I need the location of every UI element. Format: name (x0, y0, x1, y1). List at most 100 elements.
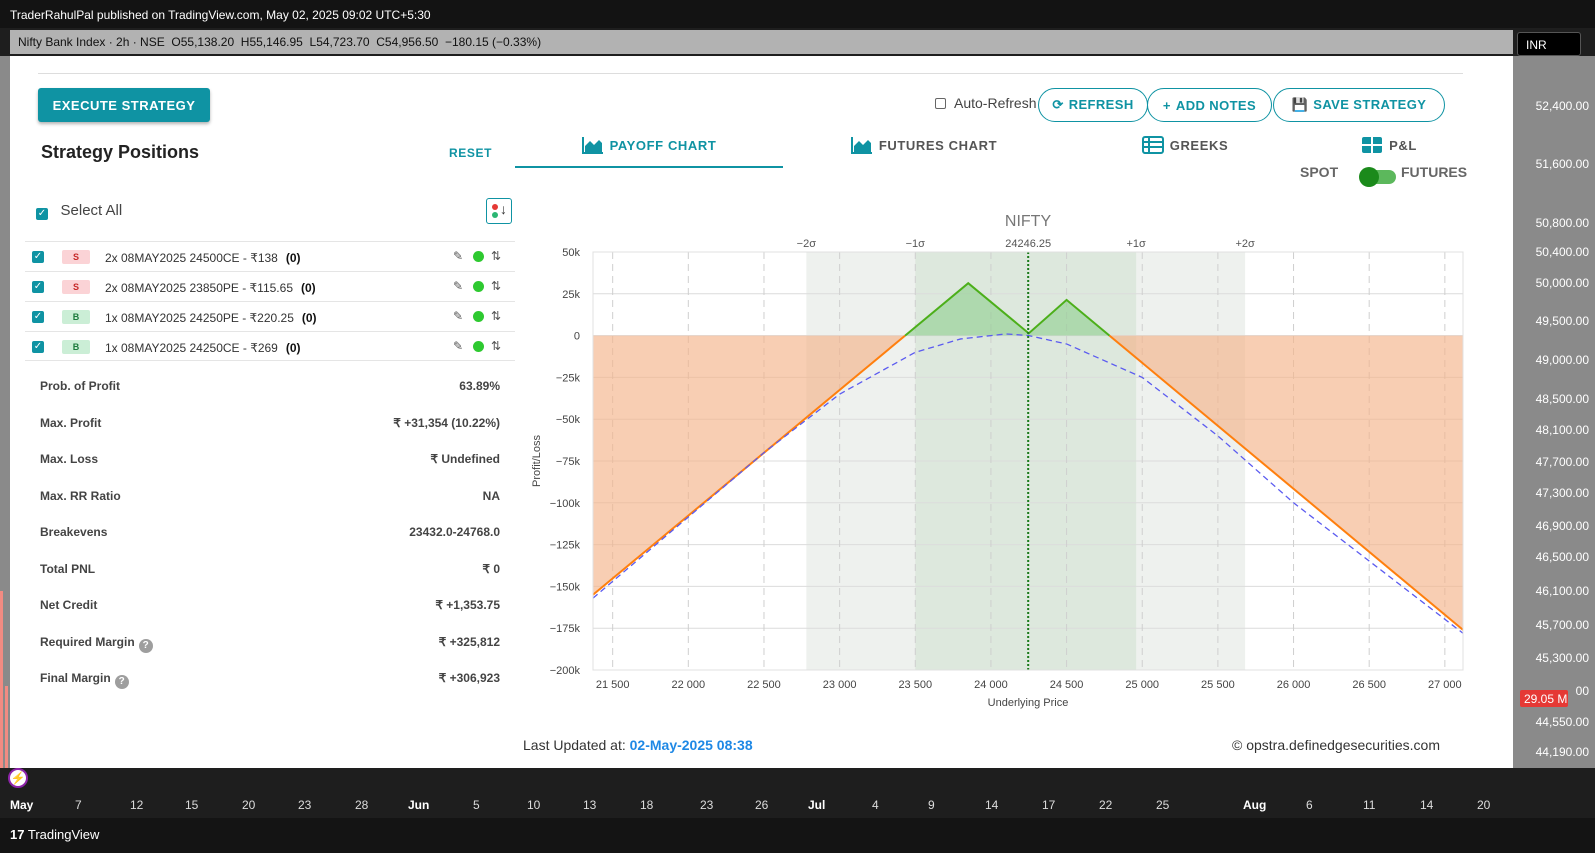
time-label: 23 (700, 798, 714, 812)
position-checkbox[interactable]: ✓ (32, 251, 44, 263)
select-all-checkbox[interactable]: ✓ (36, 208, 48, 220)
lightning-icon[interactable]: ⚡ (8, 768, 28, 788)
add-notes-button[interactable]: + ADD NOTES (1147, 88, 1272, 122)
select-all[interactable]: ✓ Select All (36, 202, 122, 220)
position-row[interactable]: ✓ B 1x 08MAY2025 24250CE - ₹269 (0) ✎ ⇅ (25, 331, 515, 361)
time-axis[interactable]: May 7 12 15 20 23 28 Jun 5 10 13 18 23 26 Jul 4 9 14 17 22 2… (0, 770, 1595, 818)
stat-value: NA (482, 488, 500, 503)
help-icon[interactable]: ? (138, 638, 153, 653)
edit-icon[interactable]: ✎ (453, 249, 463, 263)
status-dot-icon[interactable] (473, 281, 484, 292)
y-tick-label: −25k (556, 372, 581, 384)
stat-key: Breakevens (40, 525, 108, 539)
positions-list: ✓ S 2x 08MAY2025 24500CE - ₹138 (0) ✎ ⇅ ✓ S 2x 0… (25, 241, 515, 361)
execute-strategy-button[interactable]: EXECUTE STRATEGY (38, 88, 210, 122)
x-axis-label: Underlying Price (988, 697, 1069, 709)
time-label: 25 (1156, 798, 1170, 812)
time-label: 11 (1363, 798, 1376, 812)
tab-payoff-chart[interactable]: PAYOFF CHART (515, 128, 783, 168)
swap-icon[interactable]: ⇅ (491, 309, 501, 323)
edit-icon[interactable]: ✎ (453, 309, 463, 323)
swap-icon[interactable]: ⇅ (491, 249, 501, 263)
x-tick-label: 25 500 (1201, 679, 1235, 691)
side-badge: B (62, 310, 90, 324)
x-tick-label: 26 500 (1352, 679, 1386, 691)
position-checkbox[interactable]: ✓ (32, 341, 44, 353)
x-tick-label: 22 500 (747, 679, 781, 691)
time-label: 20 (242, 798, 256, 812)
position-qty: (0) (301, 281, 316, 295)
time-label: 17 (1042, 798, 1056, 812)
last-updated-date: 02-May-2025 08:38 (629, 737, 753, 753)
stat-label: Final Margin? (40, 671, 129, 689)
spot-futures-toggle[interactable] (1359, 167, 1396, 187)
position-qty: (0) (285, 251, 301, 265)
time-label: 22 (1099, 798, 1113, 812)
y-tick-label: −50k (556, 414, 581, 426)
status-dot-icon[interactable] (473, 341, 484, 352)
status-dot-icon[interactable] (473, 251, 484, 262)
status-dot-icon[interactable] (473, 311, 484, 322)
edit-icon[interactable]: ✎ (453, 279, 463, 293)
ohlc-close: C54,956.50 (376, 35, 439, 49)
table-icon (1141, 136, 1164, 154)
price-label: 51,600.00 (1535, 157, 1589, 171)
save-strategy-button[interactable]: 💾 SAVE STRATEGY (1273, 88, 1445, 122)
tab-payoff-label: PAYOFF CHART (609, 138, 717, 153)
stat-row: Required Margin? ₹ +325,812 (40, 635, 500, 672)
price-axis[interactable]: 52,400.00 51,600.00 50,800.00 50,400.00 50,0… (1513, 56, 1595, 768)
position-text: 2x 08MAY2025 23850PE - ₹115.65 (0) (105, 281, 316, 295)
refresh-button[interactable]: ⟳ REFRESH (1038, 88, 1148, 122)
volume-badge: 29.05 M (1520, 690, 1568, 707)
currency-selector[interactable]: INR (1517, 32, 1581, 56)
sigma-label: +2σ (1235, 238, 1255, 250)
payoff-chart[interactable]: 50k 25k 0 −25k −50k −75k −100k −125k −150k −175k −… (520, 202, 1470, 722)
auto-refresh-checkbox[interactable] (935, 98, 946, 109)
opstra-credit[interactable]: © opstra.definedgesecurities.com (1232, 737, 1440, 753)
sort-icon[interactable]: ↓ (486, 198, 512, 224)
position-checkbox[interactable]: ✓ (32, 281, 44, 293)
position-row[interactable]: ✓ B 1x 08MAY2025 24250PE - ₹220.25 (0) ✎ ⇅ (25, 301, 515, 331)
row-actions: ✎ ⇅ (453, 339, 509, 354)
price-label: 49,500.00 (1535, 314, 1589, 328)
position-desc: 1x 08MAY2025 24250PE - ₹220.25 (105, 311, 294, 325)
price-label: 47,300.00 (1535, 486, 1589, 500)
strategy-stats: Prob. of Profit 63.89% Max. Profit ₹ +31,35… (40, 379, 500, 708)
stat-key: Required Margin (40, 634, 135, 649)
time-label: 23 (298, 798, 312, 812)
edit-icon[interactable]: ✎ (453, 339, 463, 353)
y-tick-label: −100k (550, 498, 581, 510)
tab-pnl[interactable]: P&L (1255, 128, 1523, 168)
brand-name: TradingView (27, 827, 100, 842)
auto-refresh-toggle[interactable]: Auto-Refresh (935, 95, 1036, 111)
time-label: 14 (985, 798, 999, 812)
stat-key: Net Credit (40, 598, 98, 612)
price-label: 46,500.00 (1535, 550, 1589, 564)
time-label: 13 (583, 798, 597, 812)
chart-tabs: PAYOFF CHART FUTURES CHART GREEKS P&L (515, 128, 1470, 168)
price-label: 50,800.00 (1535, 216, 1589, 230)
tab-futures-chart[interactable]: FUTURES CHART (790, 128, 1058, 168)
time-label: 20 (1477, 798, 1491, 812)
position-checkbox[interactable]: ✓ (32, 311, 44, 323)
stat-label: Prob. of Profit (40, 379, 120, 393)
toggle-knob[interactable] (1359, 167, 1379, 187)
stat-value: 23432.0-24768.0 (409, 525, 500, 539)
swap-icon[interactable]: ⇅ (491, 279, 501, 293)
sigma-label: −2σ (797, 238, 817, 250)
position-text: 2x 08MAY2025 24500CE - ₹138 (0) (105, 251, 301, 265)
x-tick-label: 27 000 (1428, 679, 1462, 691)
stat-key: Max. RR Ratio (40, 488, 121, 503)
position-row[interactable]: ✓ S 2x 08MAY2025 23850PE - ₹115.65 (0) ✎ ⇅ (25, 271, 515, 301)
reset-button[interactable]: RESET (449, 146, 492, 160)
price-label: 46,100.00 (1535, 584, 1589, 598)
stat-label: Max. RR Ratio (40, 489, 121, 503)
symbol-name[interactable]: Nifty Bank Index · 2h · NSE (18, 35, 165, 49)
swap-icon[interactable]: ⇅ (491, 339, 501, 353)
stat-key: Max. Profit (40, 415, 102, 430)
spot-label: SPOT (1300, 164, 1339, 180)
position-row[interactable]: ✓ S 2x 08MAY2025 24500CE - ₹138 (0) ✎ ⇅ (25, 241, 515, 271)
help-icon[interactable]: ? (114, 675, 129, 689)
stat-value: ₹ +306,923 (438, 671, 500, 685)
time-label: Jul (808, 798, 826, 812)
